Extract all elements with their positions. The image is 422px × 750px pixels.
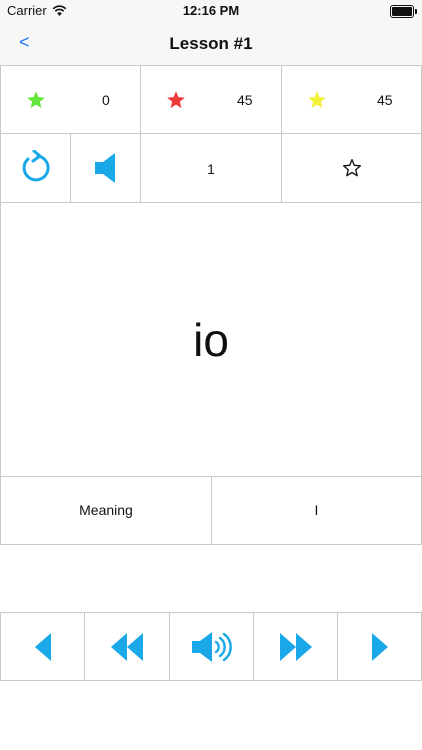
battery-icon	[390, 5, 417, 18]
speaker-loud-icon	[191, 631, 232, 662]
refresh-button[interactable]	[0, 133, 71, 203]
speaker-button[interactable]	[70, 133, 141, 203]
rewind-icon	[111, 632, 143, 661]
refresh-icon	[20, 149, 52, 189]
meaning-value-cell: I	[211, 476, 422, 545]
previous-icon	[34, 632, 51, 661]
yellow-star-icon	[307, 90, 327, 115]
play-audio-button[interactable]	[169, 612, 254, 681]
score-cell-yellow: 45	[281, 65, 422, 134]
status-bar: Carrier 12:16 PM	[0, 0, 422, 22]
previous-button[interactable]	[0, 612, 85, 681]
navigation-bar: < Lesson #1	[0, 22, 422, 66]
card-number: 1	[207, 161, 215, 177]
clock: 12:16 PM	[182, 3, 240, 18]
meaning-label-cell: Meaning	[0, 476, 212, 545]
green-score-value: 0	[102, 92, 110, 108]
red-star-icon	[166, 90, 186, 115]
next-button[interactable]	[337, 612, 422, 681]
green-star-icon	[26, 90, 46, 115]
fast-forward-icon	[279, 632, 312, 661]
speaker-icon	[95, 152, 117, 189]
score-cell-green: 0	[0, 65, 141, 134]
fast-forward-button[interactable]	[253, 612, 338, 681]
flashcard[interactable]: io	[0, 202, 422, 477]
rewind-button[interactable]	[84, 612, 170, 681]
score-cell-red: 45	[140, 65, 282, 134]
card-number-cell: 1	[140, 133, 282, 203]
red-score-value: 45	[237, 92, 253, 108]
yellow-score-value: 45	[377, 92, 393, 108]
star-outline-icon	[342, 158, 362, 183]
page-title: Lesson #1	[169, 34, 253, 53]
favorite-button[interactable]	[281, 133, 422, 203]
meaning-value: I	[314, 502, 319, 518]
meaning-label: Meaning	[79, 502, 133, 518]
flashcard-word: io	[193, 314, 229, 366]
next-icon	[371, 632, 388, 661]
